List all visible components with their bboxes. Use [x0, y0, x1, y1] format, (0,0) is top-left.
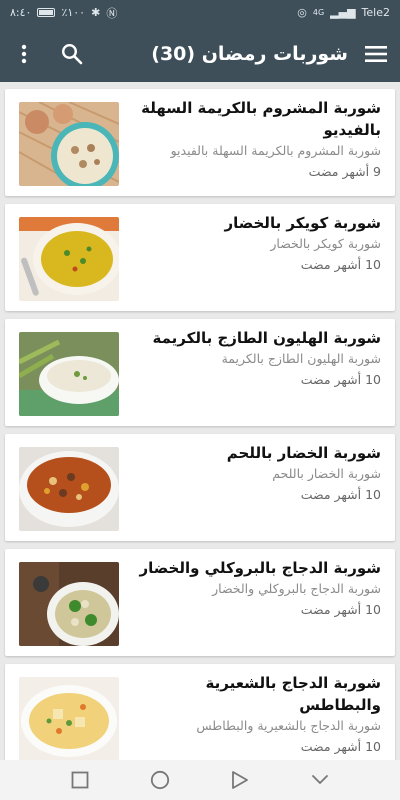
triangle-icon — [232, 771, 248, 789]
search-icon — [61, 43, 83, 64]
battery-icon — [37, 8, 56, 17]
recipe-title: شوربة كويكر بالخضار — [224, 214, 381, 232]
menu-icon — [365, 45, 387, 62]
recipe-card[interactable]: شوربة المشروم بالكريمة السهلة بالفيديو ش… — [5, 89, 395, 196]
asparagus-soup-image — [19, 332, 119, 416]
recipe-thumbnail — [19, 102, 119, 186]
signal-icon: ▂▄▆ — [330, 6, 356, 19]
hamburger-menu-button[interactable] — [362, 40, 390, 68]
recents-button[interactable] — [65, 765, 95, 795]
app-bar: شوربات رمضان (30) — [0, 25, 400, 82]
overflow-menu-button[interactable] — [10, 40, 38, 68]
chicken-broccoli-soup-image — [19, 562, 119, 646]
status-right: ◎ 4G ▂▄▆ Tele2 — [297, 6, 390, 19]
recipe-date: 10 أشهر مضت — [300, 257, 381, 272]
recipe-list: شوربة المشروم بالكريمة السهلة بالفيديو ش… — [5, 89, 395, 779]
mushroom-soup-image — [19, 102, 119, 186]
recipe-card[interactable]: شوربة الدجاج بالبروكلي والخضار شوربة الد… — [5, 549, 395, 656]
app-bar-title-group: شوربات رمضان (30) — [151, 40, 390, 68]
home-button[interactable] — [145, 765, 175, 795]
status-bar: ٨:٤٠ ٪١٠٠ ✱ Ⓝ ◎ 4G ▂▄▆ Tele2 — [0, 0, 400, 25]
recipe-subtitle: شوربة المشروم بالكريمة السهلة بالفيديو — [170, 143, 381, 158]
recipe-title: شوربة المشروم بالكريمة السهلة بالفيديو — [141, 99, 381, 139]
recipe-text: شوربة كويكر بالخضار شوربة كويكر بالخضار … — [131, 212, 381, 275]
recipe-text: شوربة الدجاج بالشعيرية والبطاطس شوربة ال… — [131, 672, 381, 757]
battery-percent: ٪١٠٠ — [61, 6, 86, 19]
recipe-date: 10 أشهر مضت — [300, 739, 381, 754]
hotspot-icon: ◎ — [297, 6, 307, 19]
recipe-card[interactable]: شوربة كويكر بالخضار شوربة كويكر بالخضار … — [5, 204, 395, 311]
square-icon — [71, 771, 89, 789]
recipe-date: 10 أشهر مضت — [300, 602, 381, 617]
chicken-vermicelli-soup-image — [19, 677, 119, 761]
recipe-thumbnail — [19, 677, 119, 761]
recipe-subtitle: شوربة الخضار باللحم — [272, 466, 381, 481]
carrier-name: Tele2 — [361, 6, 390, 19]
circle-icon — [150, 770, 170, 790]
recipe-subtitle: شوربة الدجاج بالبروكلي والخضار — [212, 581, 381, 596]
back-button[interactable] — [225, 765, 255, 795]
app-bar-actions — [10, 40, 86, 68]
recipe-text: شوربة الدجاج بالبروكلي والخضار شوربة الد… — [131, 557, 381, 620]
recipe-title: شوربة الهليون الطازج بالكريمة — [152, 329, 381, 347]
page-title: شوربات رمضان (30) — [151, 42, 348, 65]
recipe-title: شوربة الدجاج بالشعيرية والبطاطس — [205, 674, 381, 714]
status-left: ٨:٤٠ ٪١٠٠ ✱ Ⓝ — [10, 5, 117, 21]
bluetooth-icon: ✱ — [91, 6, 101, 19]
recipe-card[interactable]: شوربة الهليون الطازج بالكريمة شوربة الهل… — [5, 319, 395, 426]
recipe-title: شوربة الدجاج بالبروكلي والخضار — [139, 559, 381, 577]
recipe-thumbnail — [19, 562, 119, 646]
recipe-date: 9 أشهر مضت — [308, 164, 381, 179]
chevron-down-icon — [312, 775, 328, 785]
clock: ٨:٤٠ — [10, 6, 32, 19]
search-button[interactable] — [58, 40, 86, 68]
recipe-thumbnail — [19, 217, 119, 301]
recipe-subtitle: شوربة الهليون الطازج بالكريمة — [221, 351, 381, 366]
hide-navbar-button[interactable] — [305, 765, 335, 795]
recipe-subtitle: شوربة كويكر بالخضار — [270, 236, 381, 251]
recipe-text: شوربة الهليون الطازج بالكريمة شوربة الهل… — [131, 327, 381, 390]
nfc-icon: Ⓝ — [106, 6, 118, 20]
app-screen: ٨:٤٠ ٪١٠٠ ✱ Ⓝ ◎ 4G ▂▄▆ Tele2 شوربات رمضا… — [0, 0, 400, 800]
recipe-subtitle: شوربة الدجاج بالشعيرية والبطاطس — [196, 718, 381, 733]
recipe-date: 10 أشهر مضت — [300, 372, 381, 387]
system-navigation-bar — [0, 760, 400, 800]
recipe-text: شوربة الخضار باللحم شوربة الخضار باللحم … — [131, 442, 381, 505]
network-type: 4G — [312, 8, 325, 17]
more-vert-icon — [21, 44, 27, 63]
recipe-card[interactable]: شوربة الخضار باللحم شوربة الخضار باللحم … — [5, 434, 395, 541]
recipe-title: شوربة الخضار باللحم — [226, 444, 381, 462]
recipe-card[interactable]: شوربة الدجاج بالشعيرية والبطاطس شوربة ال… — [5, 664, 395, 771]
recipe-date: 10 أشهر مضت — [300, 487, 381, 502]
quaker-soup-image — [19, 217, 119, 301]
vegetable-meat-soup-image — [19, 447, 119, 531]
recipe-text: شوربة المشروم بالكريمة السهلة بالفيديو ش… — [131, 97, 381, 182]
recipe-thumbnail — [19, 332, 119, 416]
recipe-thumbnail — [19, 447, 119, 531]
